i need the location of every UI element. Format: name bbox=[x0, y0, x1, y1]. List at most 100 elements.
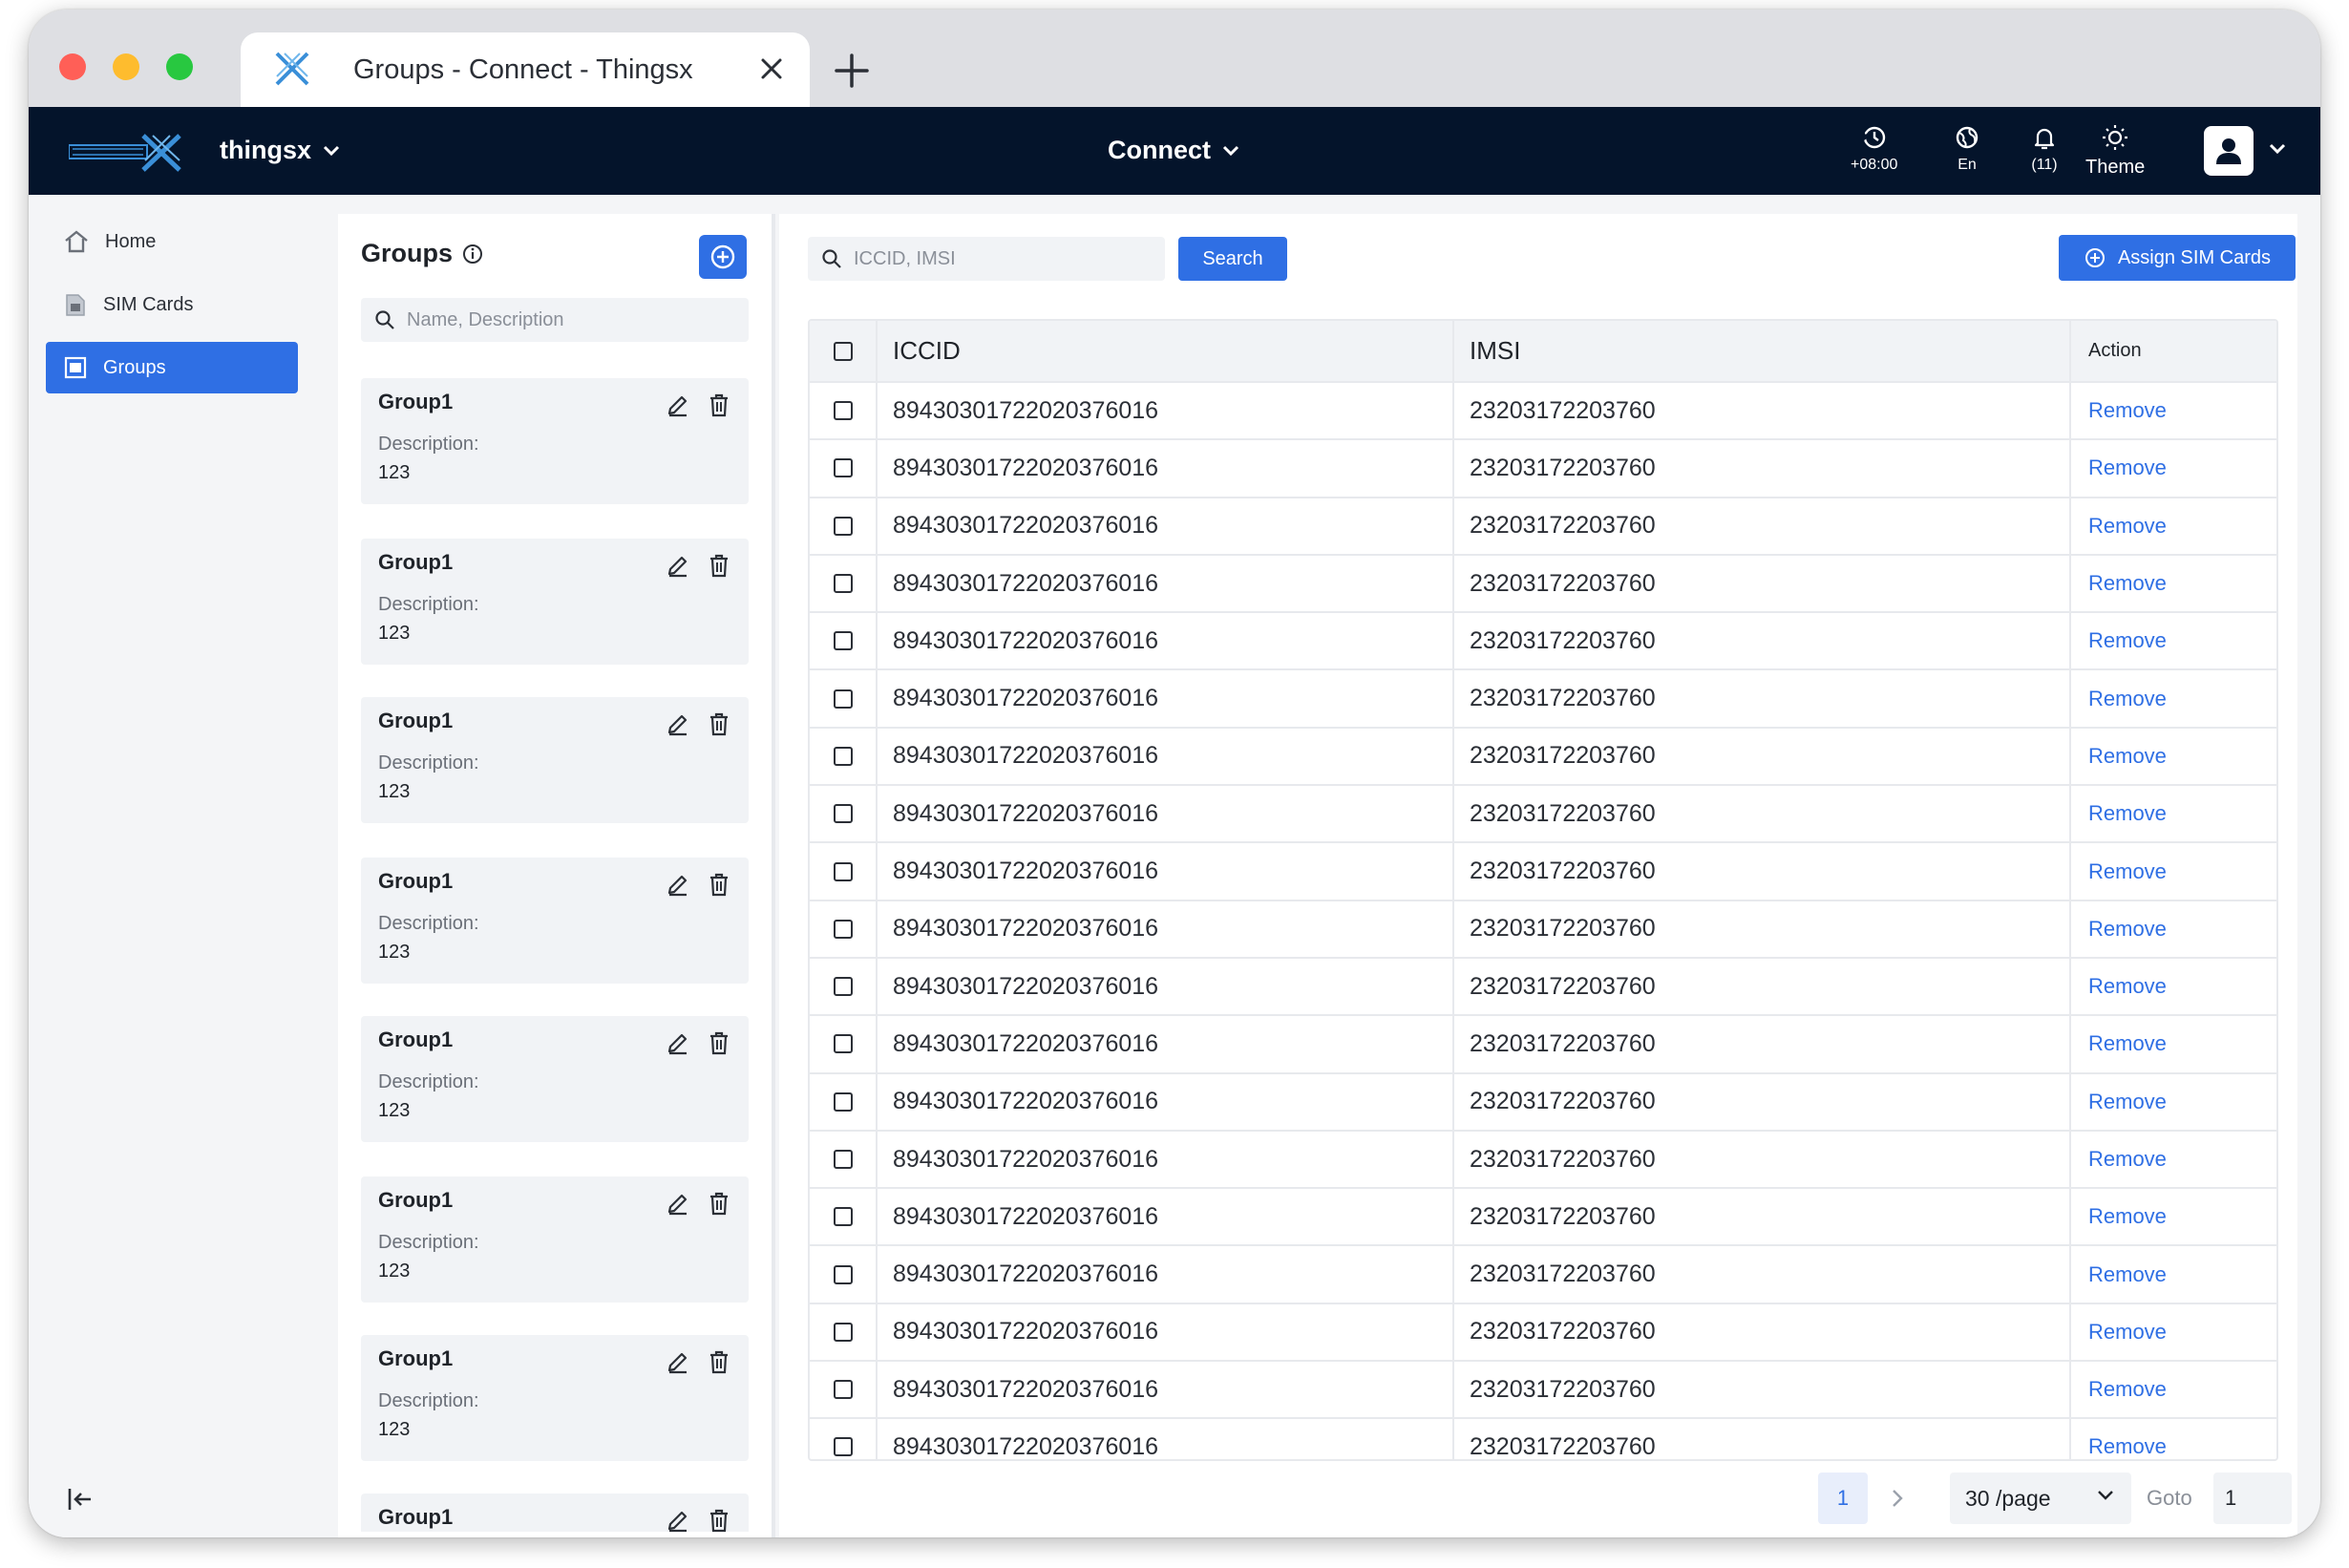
edit-icon[interactable] bbox=[665, 1507, 691, 1534]
row-checkbox[interactable] bbox=[833, 458, 853, 478]
page-number-button[interactable]: 1 bbox=[1818, 1473, 1868, 1524]
trash-icon[interactable] bbox=[707, 392, 731, 418]
row-checkbox[interactable] bbox=[833, 804, 853, 824]
edit-icon[interactable] bbox=[665, 871, 691, 898]
row-checkbox[interactable] bbox=[833, 1091, 853, 1112]
row-select-cell bbox=[810, 382, 878, 441]
remove-link[interactable]: Remove bbox=[2088, 1147, 2167, 1171]
sim-search-input[interactable] bbox=[854, 247, 1131, 270]
chevron-down-icon[interactable] bbox=[2269, 143, 2286, 155]
timezone-button[interactable]: +08:00 bbox=[1851, 124, 1897, 174]
remove-link[interactable]: Remove bbox=[2088, 1031, 2167, 1055]
row-checkbox[interactable] bbox=[833, 977, 853, 997]
sidebar-item-groups[interactable]: Groups bbox=[46, 342, 298, 393]
iccid-cell: 89430301722020376016 bbox=[877, 785, 1454, 844]
row-checkbox[interactable] bbox=[833, 1322, 853, 1342]
row-checkbox[interactable] bbox=[833, 1264, 853, 1284]
row-checkbox[interactable] bbox=[833, 1150, 853, 1169]
select-all-checkbox[interactable] bbox=[833, 341, 853, 361]
remove-link[interactable]: Remove bbox=[2088, 1377, 2167, 1401]
trash-icon[interactable] bbox=[707, 1029, 731, 1056]
edit-icon[interactable] bbox=[665, 1190, 691, 1217]
close-tab-icon[interactable] bbox=[754, 52, 789, 86]
trash-icon[interactable] bbox=[707, 1507, 731, 1534]
remove-link[interactable]: Remove bbox=[2088, 571, 2167, 595]
new-tab-icon[interactable] bbox=[831, 50, 873, 92]
browser-tab[interactable]: Groups - Connect - Thingsx bbox=[241, 32, 810, 107]
product-selector[interactable]: Connect bbox=[1108, 136, 1239, 165]
thingsx-logo[interactable] bbox=[69, 132, 185, 172]
group-card[interactable]: Group1 Description: 123 bbox=[361, 697, 749, 823]
search-button[interactable]: Search bbox=[1178, 237, 1287, 281]
maximize-window-button[interactable] bbox=[166, 53, 193, 80]
group-card[interactable]: Group1 Description: 123 bbox=[361, 1176, 749, 1303]
theme-toggle[interactable]: Theme bbox=[2085, 124, 2145, 179]
page-size-select[interactable]: 30 /page bbox=[1950, 1473, 2131, 1524]
info-icon[interactable] bbox=[462, 244, 483, 265]
user-avatar-button[interactable] bbox=[2204, 126, 2254, 176]
group-name: Group1 bbox=[378, 1346, 454, 1370]
remove-link[interactable]: Remove bbox=[2088, 974, 2167, 998]
edit-icon[interactable] bbox=[665, 1348, 691, 1375]
edit-icon[interactable] bbox=[665, 710, 691, 737]
remove-link[interactable]: Remove bbox=[2088, 628, 2167, 652]
minimize-window-button[interactable] bbox=[113, 53, 139, 80]
iccid-cell: 89430301722020376016 bbox=[877, 612, 1454, 671]
group-card[interactable]: Group1 Description: 123 bbox=[361, 378, 749, 504]
trash-icon[interactable] bbox=[707, 1190, 731, 1217]
column-header-action: Action bbox=[2070, 321, 2276, 383]
notifications-button[interactable]: (11) bbox=[2031, 124, 2058, 174]
sidebar-item-home[interactable]: Home bbox=[46, 216, 298, 267]
remove-link[interactable]: Remove bbox=[2088, 744, 2167, 768]
remove-link[interactable]: Remove bbox=[2088, 456, 2167, 479]
remove-link[interactable]: Remove bbox=[2088, 801, 2167, 825]
row-checkbox[interactable] bbox=[833, 401, 853, 421]
trash-icon[interactable] bbox=[707, 1348, 731, 1375]
row-checkbox[interactable] bbox=[833, 1380, 853, 1400]
remove-link[interactable]: Remove bbox=[2088, 687, 2167, 710]
edit-icon[interactable] bbox=[665, 1029, 691, 1056]
close-window-button[interactable] bbox=[59, 53, 86, 80]
edit-icon[interactable] bbox=[665, 392, 691, 418]
trash-icon[interactable] bbox=[707, 871, 731, 898]
sidebar-item-sim-cards[interactable]: SIM Cards bbox=[46, 279, 298, 330]
trash-icon[interactable] bbox=[707, 552, 731, 579]
group-name: Group1 bbox=[378, 1505, 454, 1529]
remove-link[interactable]: Remove bbox=[2088, 917, 2167, 941]
imsi-cell: 23203172203760 bbox=[1453, 1418, 2071, 1459]
remove-link[interactable]: Remove bbox=[2088, 1262, 2167, 1286]
remove-link[interactable]: Remove bbox=[2088, 859, 2167, 883]
group-card[interactable]: Group1 Description: 123 bbox=[361, 539, 749, 665]
add-group-button[interactable] bbox=[699, 235, 747, 279]
assign-sim-cards-button[interactable]: Assign SIM Cards bbox=[2059, 235, 2296, 281]
row-checkbox[interactable] bbox=[833, 746, 853, 766]
group-card[interactable]: Group1 Description: 123 bbox=[361, 858, 749, 984]
row-checkbox[interactable] bbox=[833, 516, 853, 536]
row-checkbox[interactable] bbox=[833, 919, 853, 939]
chevron-right-icon[interactable] bbox=[1889, 1486, 1906, 1511]
row-checkbox[interactable] bbox=[833, 1207, 853, 1227]
group-card[interactable]: Group1 bbox=[361, 1494, 749, 1534]
language-button[interactable]: En bbox=[1954, 124, 1980, 174]
trash-icon[interactable] bbox=[707, 710, 731, 737]
collapse-sidebar-icon[interactable] bbox=[65, 1484, 95, 1515]
remove-link[interactable]: Remove bbox=[2088, 514, 2167, 538]
group-card[interactable]: Group1 Description: 123 bbox=[361, 1016, 749, 1142]
remove-link[interactable]: Remove bbox=[2088, 1434, 2167, 1458]
remove-link[interactable]: Remove bbox=[2088, 1320, 2167, 1344]
row-checkbox[interactable] bbox=[833, 631, 853, 651]
org-selector[interactable]: thingsx bbox=[220, 136, 340, 165]
remove-link[interactable]: Remove bbox=[2088, 1090, 2167, 1113]
group-search-input[interactable] bbox=[407, 308, 731, 331]
row-checkbox[interactable] bbox=[833, 1437, 853, 1457]
row-checkbox[interactable] bbox=[833, 861, 853, 881]
row-checkbox[interactable] bbox=[833, 1034, 853, 1054]
row-select-cell bbox=[810, 842, 878, 901]
edit-icon[interactable] bbox=[665, 552, 691, 579]
group-card[interactable]: Group1 Description: 123 bbox=[361, 1335, 749, 1461]
goto-page-input[interactable]: 1 bbox=[2213, 1473, 2292, 1524]
remove-link[interactable]: Remove bbox=[2088, 1204, 2167, 1228]
row-checkbox[interactable] bbox=[833, 689, 853, 709]
remove-link[interactable]: Remove bbox=[2088, 398, 2167, 422]
row-checkbox[interactable] bbox=[833, 574, 853, 594]
